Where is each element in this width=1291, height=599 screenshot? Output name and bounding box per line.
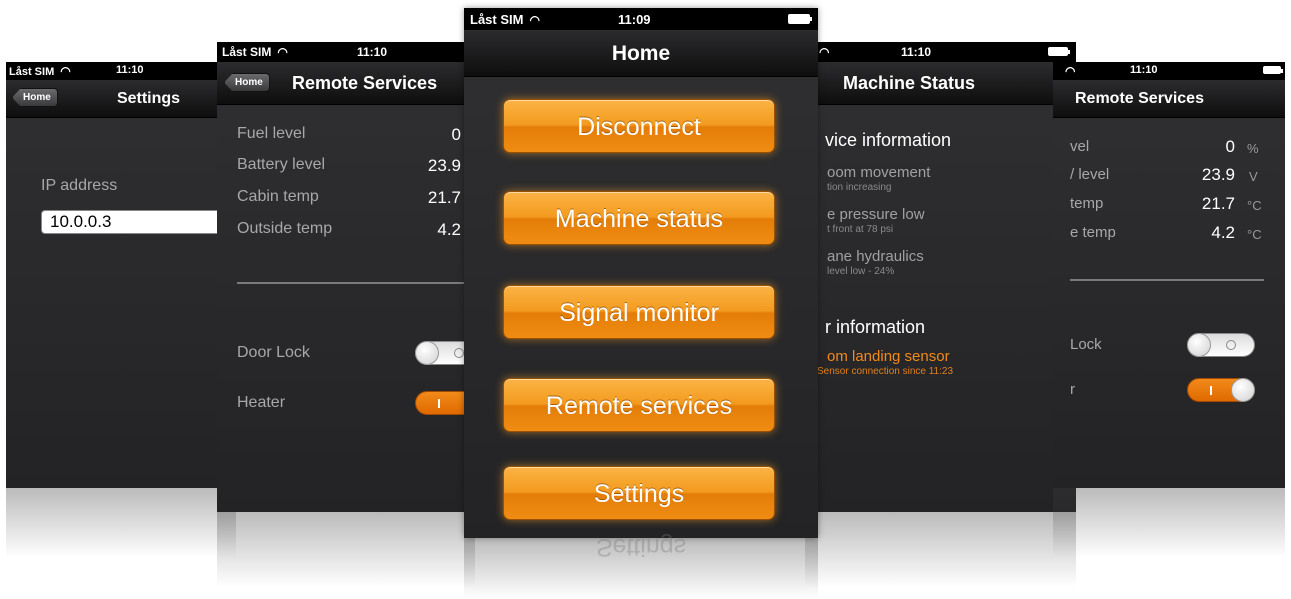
back-button[interactable]: Home [12, 88, 58, 107]
carrier-label: Låst SIM ◠ [470, 12, 540, 27]
reflection [1053, 488, 1285, 558]
signal-monitor-button[interactable]: Signal monitor [503, 285, 775, 339]
reflection: Settings [464, 533, 818, 599]
off-mark-icon [454, 348, 464, 358]
cabin-temp-label: Cabin temp [237, 188, 319, 205]
page-title: Machine Status [843, 73, 976, 93]
heater-label: Heater [237, 394, 286, 411]
machine-status-button[interactable]: Machine status [503, 191, 775, 245]
fuel-level-label: Fuel level [237, 125, 306, 142]
status-bar: ◠ 11:10 [1053, 62, 1285, 80]
status-bar: ◠ 11:10 [805, 42, 1076, 62]
service-item-sub: t front at 78 psi [827, 224, 894, 235]
ip-address-label: IP address [41, 177, 118, 194]
nav-bar: Home Remote Services [217, 62, 475, 105]
service-item-sub: level low - 24% [827, 266, 895, 277]
door-lock-label: Lock [1070, 336, 1102, 353]
battery-icon [788, 14, 812, 24]
battery-level-unit: V [1249, 169, 1258, 184]
heater-label: r [1070, 381, 1075, 398]
phone-home: Låst SIM ◠ 11:09 Home Disconnect Machine … [464, 8, 818, 538]
remote-services-button[interactable]: Remote services [503, 378, 775, 432]
on-mark-icon [438, 399, 440, 408]
wifi-icon: ◠ [529, 13, 540, 27]
fuel-level-unit: % [1247, 141, 1259, 156]
reflection [6, 488, 236, 558]
status-time: 11:09 [618, 12, 651, 27]
wifi-icon: ◠ [60, 64, 71, 78]
door-lock-toggle[interactable] [1187, 333, 1255, 357]
service-item-sub: tion increasing [827, 182, 892, 193]
fuel-level-label: vel [1070, 138, 1090, 155]
error-info-heading: r information [825, 317, 926, 337]
nav-bar: Machine Status [805, 62, 1076, 105]
battery-icon [1048, 47, 1070, 56]
service-item-title: ane hydraulics [827, 248, 924, 265]
cabin-temp-value: 21.7 [1201, 194, 1235, 213]
status-bar: Låst SIM ◠ 11:10 [217, 42, 475, 62]
cabin-temp-label: temp [1070, 195, 1104, 212]
wifi-icon: ◠ [819, 45, 830, 59]
status-time: 11:10 [116, 64, 144, 76]
outside-temp-unit: °C [1247, 227, 1262, 242]
divider [1070, 279, 1264, 281]
outside-temp-value: 4.2 [437, 220, 461, 239]
wifi-icon: ◠ [1065, 64, 1076, 78]
service-info-heading: vice information [825, 130, 952, 150]
wifi-icon: ◠ [277, 45, 288, 59]
fuel-level-value: 0 [451, 125, 461, 144]
phone-settings: Låst SIM ◠ 11:10 Home Settings IP address… [6, 62, 236, 488]
outside-temp-value: 4.2 [1211, 223, 1235, 242]
disconnect-button[interactable]: Disconnect [503, 99, 775, 153]
page-title: Remote Services [292, 73, 438, 93]
battery-level-value: 23.9 [1201, 165, 1235, 184]
divider [237, 282, 475, 284]
page-title: Remote Services [1075, 90, 1204, 107]
door-lock-label: Door Lock [237, 344, 310, 361]
service-item-title: e pressure low [827, 206, 925, 223]
carrier-label: Låst SIM ◠ [222, 45, 288, 59]
fuel-level-value: 0 [1225, 137, 1235, 156]
on-mark-icon [1210, 386, 1212, 395]
heater-toggle[interactable] [1187, 378, 1255, 402]
outside-temp-label: Outside temp [237, 220, 333, 237]
status-time: 11:10 [357, 45, 388, 59]
battery-level-value: 23.9 [427, 156, 461, 175]
nav-bar: Remote Services [1053, 80, 1285, 118]
back-button[interactable]: Home [224, 73, 270, 92]
phone-remote-services: Låst SIM ◠ 11:10 Home Remote Services Fue… [217, 42, 475, 512]
status-bar: Låst SIM ◠ 11:09 [464, 8, 818, 30]
settings-button[interactable]: Settings [503, 466, 775, 520]
error-item-title: om landing sensor [827, 348, 950, 365]
status-time: 11:10 [1130, 64, 1158, 76]
toggle-knob [415, 341, 439, 365]
ip-address-input[interactable]: 10.0.0.3 [41, 210, 236, 234]
phone-remote-services-right: ◠ 11:10 Remote Services vel 0 % / level … [1053, 62, 1285, 488]
status-time: 11:10 [901, 45, 932, 59]
reflected-settings-label: Settings [595, 533, 687, 561]
error-item-sub: Sensor connection since 11:23 [817, 366, 954, 377]
page-title: Home [611, 42, 671, 65]
service-item-title: oom movement [827, 164, 931, 181]
status-bar: Låst SIM ◠ 11:10 [6, 62, 236, 80]
carrier-label: Låst SIM ◠ [9, 64, 71, 78]
off-mark-icon [1226, 340, 1236, 350]
reflection [805, 512, 1076, 587]
battery-level-label: / level [1070, 166, 1110, 183]
cabin-temp-value: 21.7 [427, 188, 461, 207]
page-title: Settings [116, 90, 181, 107]
battery-icon [1263, 66, 1283, 74]
outside-temp-label: e temp [1070, 224, 1116, 241]
nav-bar: Home [464, 30, 818, 77]
phone-machine-status: ◠ 11:10 Machine Status vice information … [805, 42, 1076, 512]
toggle-knob [1231, 378, 1255, 402]
cabin-temp-unit: °C [1247, 198, 1262, 213]
battery-level-label: Battery level [237, 156, 326, 173]
reflection [217, 512, 475, 587]
toggle-knob [1187, 333, 1211, 357]
nav-bar: Home Settings [6, 80, 236, 118]
